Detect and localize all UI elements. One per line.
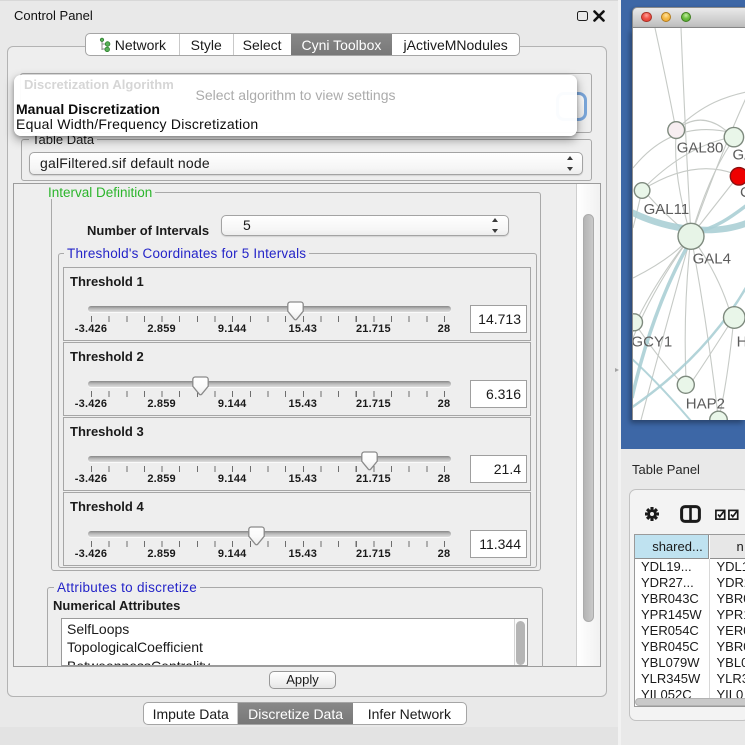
svg-text:GA: GA [733,147,745,164]
svg-text:HAP2: HAP2 [686,395,725,412]
svg-text:GAL11: GAL11 [644,201,690,218]
svg-text:H: H [737,334,745,351]
svg-text:GAL80: GAL80 [677,140,724,157]
svg-text:C: C [740,184,745,201]
svg-text:GAL4: GAL4 [693,251,731,268]
svg-text:GCY1: GCY1 [633,334,672,351]
